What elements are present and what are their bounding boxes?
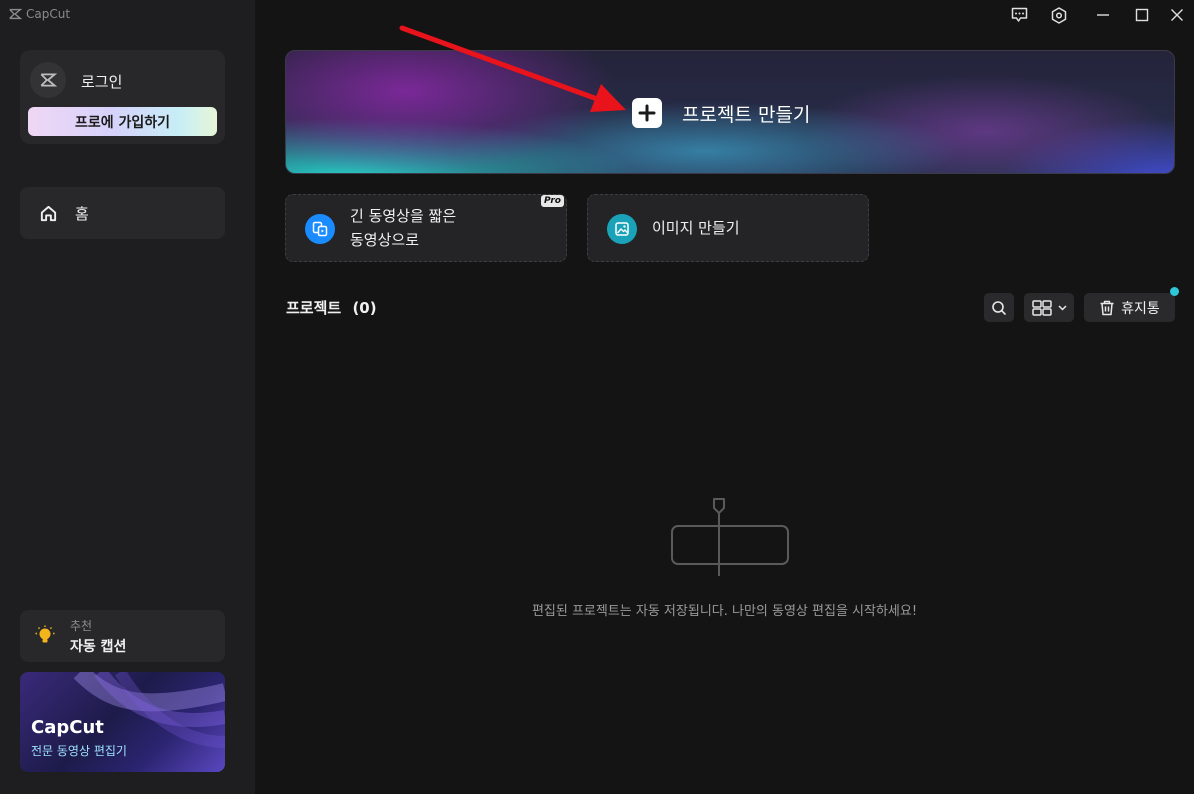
capcut-logo-icon bbox=[40, 73, 57, 87]
maximize-icon bbox=[1135, 8, 1149, 22]
login-link[interactable]: 로그인 bbox=[81, 71, 122, 92]
empty-state-text: 편집된 프로젝트는 자동 저장됩니다. 나만의 동영상 편집을 시작하세요! bbox=[531, 604, 918, 619]
empty-state-message: 편집된 프로젝트는 자동 저장됩니다. 나만의 동영상 편집을 시작하세요! bbox=[0, 600, 1194, 619]
create-image-tile[interactable]: 이미지 만들기 bbox=[587, 194, 869, 262]
pro-badge: Pro bbox=[541, 195, 564, 207]
long-to-short-icon bbox=[305, 214, 335, 244]
capcut-window: CapCut 로그인 프로에 가입하기 홈 추천 자동 캡션 CapCut 전문… bbox=[0, 0, 1194, 794]
search-button[interactable] bbox=[984, 293, 1014, 322]
close-icon bbox=[1171, 9, 1183, 21]
feedback-icon bbox=[1011, 7, 1027, 22]
settings-button[interactable] bbox=[1047, 4, 1071, 26]
trash-icon bbox=[1100, 300, 1114, 315]
long-to-short-tile[interactable]: 긴 동영상을 짧은 동영상으로 Pro bbox=[285, 194, 567, 262]
notification-dot bbox=[1170, 287, 1179, 296]
grid-view-icon bbox=[1031, 299, 1052, 316]
app-logo: CapCut bbox=[8, 5, 70, 23]
long-to-short-label-line2: 동영상으로 bbox=[350, 231, 420, 249]
lightbulb-icon bbox=[35, 625, 55, 643]
search-icon bbox=[992, 300, 1006, 315]
trash-label: 휴지통 bbox=[1121, 300, 1160, 317]
create-image-label: 이미지 만들기 bbox=[652, 219, 740, 237]
create-project-button[interactable]: 프로젝트 만들기 bbox=[285, 50, 1175, 174]
sidebar-item-home[interactable]: 홈 bbox=[20, 187, 225, 239]
long-to-short-label-line1: 긴 동영상을 짧은 bbox=[350, 207, 457, 225]
create-project-label: 프로젝트 만들기 bbox=[682, 104, 811, 126]
recommend-title: 자동 캡션 bbox=[70, 639, 127, 655]
minimize-icon bbox=[1097, 14, 1109, 16]
pro-signup-button[interactable]: 프로에 가입하기 bbox=[28, 107, 217, 136]
plus-icon bbox=[632, 98, 662, 128]
promo-subtitle: 전문 동영상 편집기 bbox=[31, 744, 127, 758]
sidebar-item-label: 홈 bbox=[75, 204, 89, 223]
projects-count: (0) bbox=[352, 299, 377, 317]
capcut-logo-icon bbox=[9, 8, 22, 20]
view-mode-dropdown[interactable] bbox=[1024, 293, 1074, 322]
promo-banner[interactable]: CapCut 전문 동영상 편집기 bbox=[20, 672, 225, 772]
feedback-button[interactable] bbox=[1007, 4, 1031, 26]
avatar[interactable] bbox=[30, 62, 66, 98]
recommend-tag: 추천 bbox=[70, 619, 93, 633]
login-card: 로그인 프로에 가입하기 bbox=[20, 50, 225, 144]
close-button[interactable] bbox=[1165, 4, 1189, 26]
trash-button[interactable]: 휴지통 bbox=[1084, 293, 1175, 322]
minimize-button[interactable] bbox=[1091, 4, 1115, 26]
empty-timeline-icon bbox=[671, 498, 789, 576]
sidebar: CapCut 로그인 프로에 가입하기 홈 추천 자동 캡션 CapCut 전문… bbox=[0, 0, 255, 794]
settings-icon bbox=[1051, 6, 1067, 24]
projects-label: 프로젝트 bbox=[286, 299, 342, 317]
maximize-button[interactable] bbox=[1130, 4, 1154, 26]
app-name: CapCut bbox=[26, 7, 71, 21]
chevron-down-icon bbox=[1057, 304, 1067, 311]
promo-brand: CapCut bbox=[31, 717, 104, 738]
image-icon bbox=[607, 214, 637, 244]
projects-header: 프로젝트 (0) bbox=[286, 297, 377, 318]
home-icon bbox=[40, 205, 57, 221]
